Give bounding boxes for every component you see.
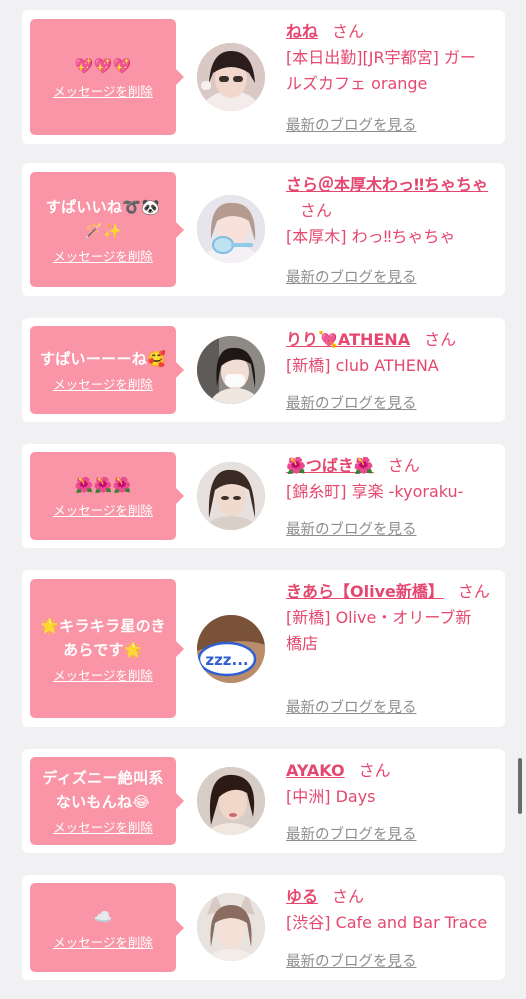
latest-blog-link[interactable]: 最新のブログを見る <box>286 823 417 844</box>
message-bubble: すぱいーーーね🥰 メッセージを削除 <box>30 326 184 414</box>
latest-blog-link[interactable]: 最新のブログを見る <box>286 950 417 971</box>
delete-message-link[interactable]: メッセージを削除 <box>53 503 153 519</box>
delete-message-link[interactable]: メッセージを削除 <box>53 668 153 684</box>
shop-name: [本日出勤][JR宇都宮] ガールズカフェ orange <box>286 48 476 93</box>
delete-message-link[interactable]: メッセージを削除 <box>53 935 153 951</box>
message-text: 🌺🌺🌺 <box>74 476 132 494</box>
entry-info: さら＠本厚木わっ‼ちゃちゃさん [本厚木] わっ‼ちゃちゃ <box>286 172 491 250</box>
shop-name: [錦糸町] 享楽 -kyoraku- <box>286 482 464 501</box>
shop-name: [渋谷] Cafe and Bar Trace <box>286 913 488 932</box>
shop-name: [中洲] Days <box>286 787 376 806</box>
latest-blog-link[interactable]: 最新のブログを見る <box>286 266 417 287</box>
user-name-link[interactable]: AYAKO <box>286 761 345 780</box>
delete-message-link[interactable]: メッセージを削除 <box>53 820 153 836</box>
avatar[interactable] <box>197 195 265 263</box>
entry-info: りり💘ATHENA さん [新橋] club ATHENA <box>286 327 491 379</box>
avatar[interactable]: zzz... <box>197 615 265 683</box>
avatar[interactable] <box>197 767 265 835</box>
honorific: さん <box>424 330 457 349</box>
honorific: さん <box>387 456 420 475</box>
message-bubble: 💖💖💖 メッセージを削除 <box>30 19 184 135</box>
delete-message-link[interactable]: メッセージを削除 <box>53 249 153 265</box>
shop-name: [新橋] club ATHENA <box>286 356 439 375</box>
shop-name: [新橋] Olive・オリーブ新橋店 <box>286 608 472 653</box>
message-text: ディズニー絶叫系ないもんね😂 <box>42 769 164 811</box>
shop-name: [本厚木] わっ‼ちゃちゃ <box>286 227 456 246</box>
entry-info: 🌺つばき🌺 さん [錦糸町] 享楽 -kyoraku- <box>286 453 491 505</box>
message-text: 💖💖💖 <box>74 57 132 75</box>
latest-blog-link[interactable]: 最新のブログを見る <box>286 518 417 539</box>
honorific: さん <box>457 582 490 601</box>
user-name-link[interactable]: ゆる <box>286 887 318 906</box>
message-text: すぱいーーーね🥰 <box>39 350 167 368</box>
user-name-link[interactable]: ねね <box>286 22 318 41</box>
user-name-link[interactable]: きあら【Olive新橋】 <box>286 582 444 601</box>
entry-info: きあら【Olive新橋】 さん [新橋] Olive・オリーブ新橋店 <box>286 579 491 657</box>
message-bubble: すぱいいね➰🐼🪄✨ メッセージを削除 <box>30 172 184 287</box>
latest-blog-link[interactable]: 最新のブログを見る <box>286 696 417 717</box>
list-item: すぱいーーーね🥰 メッセージを削除 りり💘ATHENA さん [新橋] club … <box>22 318 505 422</box>
message-text: 🌟キラキラ星のきあらです🌟 <box>40 616 166 659</box>
message-bubble: ディズニー絶叫系ないもんね😂 メッセージを削除 <box>30 757 184 845</box>
user-name-link[interactable]: さら＠本厚木わっ‼ちゃちゃ <box>286 175 488 194</box>
delete-message-link[interactable]: メッセージを削除 <box>53 377 153 393</box>
message-bubble: 🌟キラキラ星のきあらです🌟 メッセージを削除 <box>30 579 184 718</box>
message-list: 💖💖💖 メッセージを削除 ねね さん [本日出勤][JR宇都宮] ガールズカフェ … <box>0 0 526 999</box>
entry-info: ねね さん [本日出勤][JR宇都宮] ガールズカフェ orange <box>286 19 491 97</box>
user-name-link[interactable]: 🌺つばき🌺 <box>286 456 374 475</box>
entry-info: AYAKO さん [中洲] Days <box>286 758 491 810</box>
list-item: 🌟キラキラ星のきあらです🌟 メッセージを削除 zzz... きあら【Olive新… <box>22 570 505 727</box>
entry-info: ゆる さん [渋谷] Cafe and Bar Trace <box>286 884 491 936</box>
honorific: さん <box>332 22 365 41</box>
list-item: 💖💖💖 メッセージを削除 ねね さん [本日出勤][JR宇都宮] ガールズカフェ … <box>22 10 505 144</box>
avatar[interactable] <box>197 43 265 111</box>
delete-message-link[interactable]: メッセージを削除 <box>53 84 153 100</box>
message-bubble: 🌺🌺🌺 メッセージを削除 <box>30 452 184 540</box>
message-text: すぱいいね➰🐼🪄✨ <box>45 197 161 240</box>
avatar[interactable] <box>197 462 265 530</box>
scrollbar[interactable] <box>518 758 522 814</box>
message-text: ☁️ <box>93 907 113 926</box>
avatar[interactable] <box>197 893 265 961</box>
list-item: 🌺🌺🌺 メッセージを削除 🌺つばき🌺 さん [錦糸町] 享楽 -kyoraku- … <box>22 444 505 548</box>
user-name-link[interactable]: りり💘ATHENA <box>286 330 410 349</box>
latest-blog-link[interactable]: 最新のブログを見る <box>286 114 417 135</box>
latest-blog-link[interactable]: 最新のブログを見る <box>286 392 417 413</box>
message-bubble: ☁️ メッセージを削除 <box>30 883 184 972</box>
honorific: さん <box>358 761 391 780</box>
honorific: さん <box>300 201 333 220</box>
list-item: ディズニー絶叫系ないもんね😂 メッセージを削除 AYAKO さん [中洲] Day… <box>22 749 505 853</box>
honorific: さん <box>332 887 365 906</box>
avatar-sticker-text: zzz... <box>205 651 248 669</box>
list-item: ☁️ メッセージを削除 ゆる さん [渋谷] Cafe and Bar Trace… <box>22 875 505 980</box>
avatar[interactable] <box>197 336 265 404</box>
list-item: すぱいいね➰🐼🪄✨ メッセージを削除 さら＠本厚木わっ‼ちゃちゃさん [本厚木]… <box>22 163 505 296</box>
